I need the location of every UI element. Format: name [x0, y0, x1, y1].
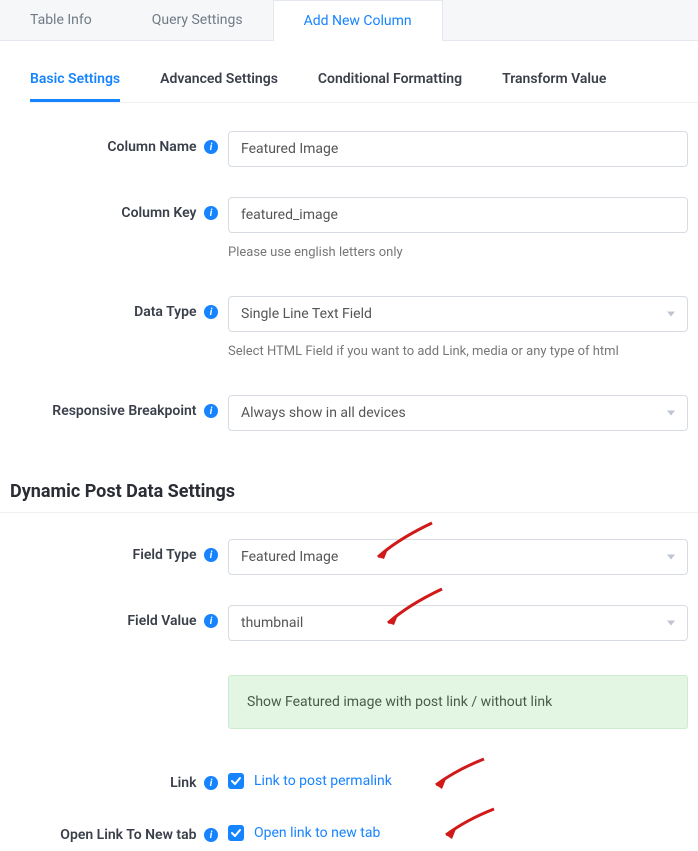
heading-dynamic-post-data: Dynamic Post Data Settings — [0, 463, 698, 513]
checkbox-link-permalink[interactable] — [228, 773, 244, 789]
label-responsive-breakpoint: Responsive Breakpoint i — [0, 395, 228, 419]
info-banner: Show Featured image with post link / wit… — [228, 675, 688, 729]
label-field-value: Field Value i — [0, 605, 228, 629]
select-field-value[interactable]: thumbnail — [228, 605, 688, 641]
label-text: Field Type — [133, 547, 197, 563]
subtab-basic-settings[interactable]: Basic Settings — [30, 71, 120, 102]
checkbox-open-new-tab[interactable] — [228, 825, 244, 841]
field-field-value: thumbnail — [228, 605, 698, 641]
tab-query-settings[interactable]: Query Settings — [122, 0, 273, 40]
form-area: Column Name i Column Key i Please use en… — [0, 103, 698, 851]
hint-column-key: Please use english letters only — [228, 233, 688, 280]
label-text: Field Value — [127, 613, 196, 629]
select-field-type[interactable]: Featured Image — [228, 539, 688, 575]
label-new-tab: Open Link To New tab i — [0, 825, 228, 843]
row-responsive-breakpoint: Responsive Breakpoint i Always show in a… — [0, 387, 698, 439]
row-column-name: Column Name i — [0, 123, 698, 175]
subtab-advanced-settings[interactable]: Advanced Settings — [160, 71, 278, 102]
checkbox-label-new-tab[interactable]: Open link to new tab — [254, 825, 380, 841]
label-field-type: Field Type i — [0, 539, 228, 563]
tab-table-info[interactable]: Table Info — [0, 0, 122, 40]
check-icon — [231, 828, 241, 838]
field-banner: Show Featured image with post link / wit… — [228, 675, 698, 757]
field-column-key: Please use english letters only — [228, 197, 698, 280]
info-icon[interactable]: i — [204, 548, 218, 562]
tab-add-new-column[interactable]: Add New Column — [273, 0, 443, 41]
field-responsive-breakpoint: Always show in all devices — [228, 395, 698, 431]
select-data-type[interactable]: Single Line Text Field — [228, 296, 688, 332]
subtab-transform-value[interactable]: Transform Value — [502, 71, 606, 102]
sub-tabs: Basic Settings Advanced Settings Conditi… — [30, 41, 698, 103]
info-icon[interactable]: i — [204, 828, 218, 842]
info-icon[interactable]: i — [204, 305, 218, 319]
label-text: Link — [170, 775, 196, 791]
label-text: Responsive Breakpoint — [52, 403, 196, 419]
label-column-name: Column Name i — [0, 131, 228, 155]
field-link: Link to post permalink — [228, 773, 698, 789]
row-field-type: Field Type i Featured Image — [0, 531, 698, 583]
label-text: Data Type — [134, 304, 196, 320]
row-new-tab: Open Link To New tab i Open link to new … — [0, 817, 698, 851]
label-link: Link i — [0, 773, 228, 791]
input-column-name[interactable] — [228, 131, 688, 167]
top-tabs: Table Info Query Settings Add New Column — [0, 0, 698, 41]
label-empty — [0, 675, 228, 683]
field-column-name — [228, 131, 698, 167]
row-banner: Show Featured image with post link / wit… — [0, 667, 698, 765]
info-icon[interactable]: i — [204, 776, 218, 790]
subtab-conditional-formatting[interactable]: Conditional Formatting — [318, 71, 462, 102]
info-icon[interactable]: i — [204, 206, 218, 220]
label-column-key: Column Key i — [0, 197, 228, 221]
info-icon[interactable]: i — [204, 614, 218, 628]
label-data-type: Data Type i — [0, 296, 228, 320]
field-new-tab: Open link to new tab — [228, 825, 698, 841]
field-data-type: Single Line Text Field Select HTML Field… — [228, 296, 698, 379]
label-text: Open Link To New tab — [60, 827, 196, 843]
check-icon — [231, 776, 241, 786]
checkbox-label-link[interactable]: Link to post permalink — [254, 773, 392, 789]
input-column-key[interactable] — [228, 197, 688, 233]
label-text: Column Key — [121, 205, 196, 221]
info-icon[interactable]: i — [204, 140, 218, 154]
row-data-type: Data Type i Single Line Text Field Selec… — [0, 288, 698, 387]
field-field-type: Featured Image — [228, 539, 698, 575]
hint-data-type: Select HTML Field if you want to add Lin… — [228, 332, 688, 379]
label-text: Column Name — [107, 139, 196, 155]
select-responsive-breakpoint[interactable]: Always show in all devices — [228, 395, 688, 431]
row-link: Link i Link to post permalink — [0, 765, 698, 799]
info-icon[interactable]: i — [204, 404, 218, 418]
row-field-value: Field Value i thumbnail — [0, 597, 698, 649]
row-column-key: Column Key i Please use english letters … — [0, 189, 698, 288]
